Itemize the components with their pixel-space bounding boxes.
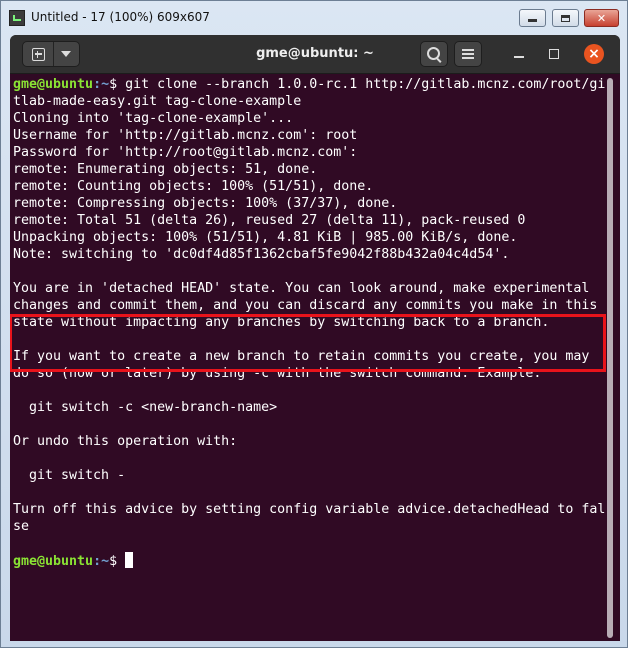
scrollbar-thumb[interactable]: [607, 78, 613, 638]
maximize-icon: [561, 14, 570, 22]
close-icon: ✕: [596, 11, 607, 25]
output-line: Username for 'http://gitlab.mcnz.com': r…: [13, 127, 607, 144]
output-line: Or undo this operation with:: [13, 433, 607, 450]
line-text: git clone --branch 1.0.0-rc.1 http://git…: [125, 77, 606, 92]
outer-maximize-button[interactable]: [552, 9, 579, 27]
line-text: remote: Enumerating objects: 51, done.: [13, 162, 318, 177]
line-text: Password for 'http://root@gitlab.mcnz.co…: [13, 145, 358, 160]
prompt-symbol: $: [109, 77, 126, 92]
terminal-window: gme@ubuntu: ~ × gme@ubuntu:~$ git clone …: [10, 35, 620, 641]
maximize-icon: [549, 49, 559, 59]
outer-window: Untitled - 17 (100%) 609x607 ✕ gme@ubunt…: [0, 0, 628, 648]
line-text: Unpacking objects: 100% (51/51), 4.81 Ki…: [13, 230, 518, 245]
output-line: You are in 'detached HEAD' state. You ca…: [13, 280, 607, 297]
line-text: You are in 'detached HEAD' state. You ca…: [13, 281, 590, 296]
output-line: remote: Counting objects: 100% (51/51), …: [13, 178, 607, 195]
output-line: Turn off this advice by setting config v…: [13, 501, 607, 518]
search-icon: [426, 46, 440, 60]
output-line: changes and commit them, and you can dis…: [13, 297, 607, 314]
detached-head-highlight-box: [10, 314, 606, 372]
prompt-symbol: $: [109, 554, 126, 569]
output-line: remote: Enumerating objects: 51, done.: [13, 161, 607, 178]
hamburger-menu-icon: [462, 53, 474, 55]
output-line: Unpacking objects: 100% (51/51), 4.81 Ki…: [13, 229, 607, 246]
output-line: Note: switching to 'dc0df4d85f1362cbaf5f…: [13, 246, 607, 263]
terminal-minimize-button[interactable]: [506, 41, 532, 67]
prompt-path: :~: [93, 554, 110, 569]
hamburger-menu-button[interactable]: [454, 41, 482, 67]
line-text: Or undo this operation with:: [13, 434, 238, 449]
line-text: Username for 'http://gitlab.mcnz.com': r…: [13, 128, 358, 143]
output-line: remote: Total 51 (delta 26), reused 27 (…: [13, 212, 607, 229]
line-text: Note: switching to 'dc0df4d85f1362cbaf5f…: [13, 247, 510, 262]
minimize-icon: [514, 56, 524, 58]
line-text: changes and commit them, and you can dis…: [13, 298, 598, 313]
scrollbar[interactable]: [606, 74, 616, 641]
line-text: remote: Total 51 (delta 26), reused 27 (…: [13, 213, 526, 228]
line-text: Cloning into 'tag-clone-example'...: [13, 111, 294, 126]
line-text: Turn off this advice by setting config v…: [13, 502, 606, 517]
text-cursor: [125, 552, 134, 568]
close-icon: ×: [584, 44, 604, 64]
output-line: Password for 'http://root@gitlab.mcnz.co…: [13, 144, 607, 161]
outer-window-title: Untitled - 17 (100%) 609x607: [31, 10, 210, 24]
outer-close-button[interactable]: ✕: [584, 9, 619, 27]
terminal-maximize-button[interactable]: [541, 41, 567, 67]
output-line: tlab-made-easy.git tag-clone-example: [13, 93, 607, 110]
search-button[interactable]: [420, 41, 448, 67]
line-text: git switch -c <new-branch-name>: [13, 400, 278, 415]
terminal-headerbar[interactable]: gme@ubuntu: ~ ×: [10, 35, 620, 74]
line-text: se: [13, 519, 30, 534]
line-text: remote: Counting objects: 100% (51/51), …: [13, 179, 374, 194]
output-line: se: [13, 518, 607, 535]
line-text: tlab-made-easy.git tag-clone-example: [13, 94, 302, 109]
line-text: remote: Compressing objects: 100% (37/37…: [13, 196, 398, 211]
line-text: git switch -: [13, 468, 126, 483]
prompt-path: :~: [93, 77, 110, 92]
terminal-close-button[interactable]: ×: [581, 41, 607, 67]
outer-minimize-button[interactable]: [519, 9, 546, 27]
terminal-output[interactable]: gme@ubuntu:~$ git clone --branch 1.0.0-r…: [10, 74, 620, 641]
minimize-icon: [528, 19, 537, 22]
output-line: git switch -c <new-branch-name>: [13, 399, 607, 416]
prompt-line: gme@ubuntu:~$: [13, 552, 607, 569]
app-icon: [9, 10, 25, 26]
output-line: remote: Compressing objects: 100% (37/37…: [13, 195, 607, 212]
prompt-user: gme@ubuntu: [13, 554, 94, 569]
outer-titlebar[interactable]: Untitled - 17 (100%) 609x607 ✕: [1, 1, 627, 35]
output-line: Cloning into 'tag-clone-example'...: [13, 110, 607, 127]
prompt-user: gme@ubuntu: [13, 77, 94, 92]
output-line: git switch -: [13, 467, 607, 484]
prompt-line: gme@ubuntu:~$ git clone --branch 1.0.0-r…: [13, 76, 607, 93]
